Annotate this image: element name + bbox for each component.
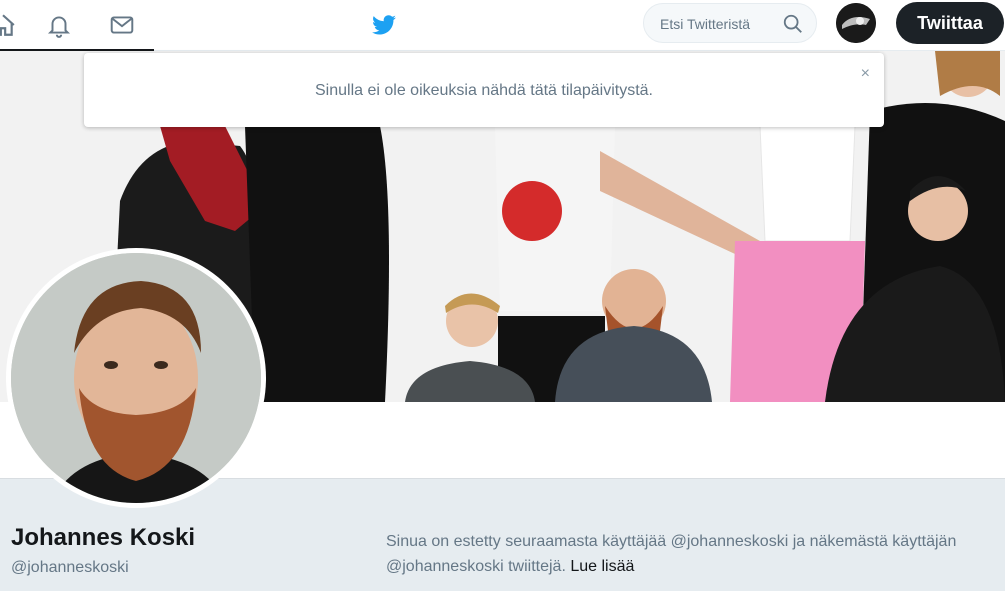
- tweet-button[interactable]: Twiittaa: [896, 2, 1004, 44]
- blocked-text: Sinua on estetty seuraamasta käyttäjää @…: [386, 533, 957, 575]
- search-box[interactable]: Etsi Twitteristä: [643, 3, 817, 43]
- permission-notice: Sinulla ei ole oikeuksia nähdä tätä tila…: [84, 53, 884, 127]
- twitter-bird-icon[interactable]: [371, 12, 397, 38]
- notifications-icon[interactable]: [46, 12, 72, 38]
- search-input[interactable]: Etsi Twitteristä: [660, 16, 750, 32]
- blocked-message: Sinua on estetty seuraamasta käyttäjää @…: [386, 529, 1001, 579]
- close-icon[interactable]: ×: [861, 65, 870, 83]
- profile-photo: [11, 253, 261, 503]
- notice-message: Sinulla ei ole oikeuksia nähdä tätä tila…: [315, 82, 653, 99]
- top-navigation: Etsi Twitteristä Twiittaa: [0, 0, 1005, 51]
- learn-more-link[interactable]: Lue lisää: [570, 558, 634, 575]
- messages-icon[interactable]: [109, 12, 135, 38]
- home-icon[interactable]: [0, 12, 16, 38]
- search-icon[interactable]: [782, 13, 804, 35]
- profile-handle: @johanneskoski: [11, 559, 129, 576]
- account-avatar[interactable]: [836, 3, 876, 43]
- profile-avatar[interactable]: [6, 248, 266, 508]
- profile-name: Johannes Koski: [11, 524, 196, 551]
